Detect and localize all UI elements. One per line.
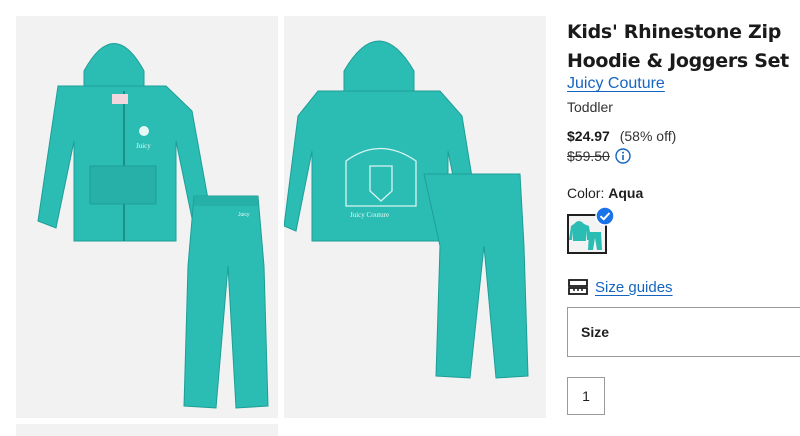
sale-price: $24.97 — [567, 128, 610, 144]
price-row: $24.97 (58% off) — [567, 128, 676, 144]
quantity-input[interactable]: 1 — [567, 377, 605, 415]
original-price-row: $59.50 — [567, 148, 631, 164]
svg-text:Juicy: Juicy — [136, 142, 151, 150]
size-select-label: Size — [581, 324, 610, 340]
color-value: Aqua — [608, 185, 644, 201]
brand-link[interactable]: Juicy Couture — [567, 75, 665, 93]
product-image-front[interactable]: Juicy Juicy — [16, 16, 278, 418]
color-row: Color: Aqua — [567, 185, 643, 201]
original-price: $59.50 — [567, 148, 610, 164]
size-guides-link[interactable]: Size guides — [595, 279, 673, 296]
age-group: Toddler — [567, 99, 613, 115]
product-title: Kids' Rhinestone Zip Hoodie & Joggers Se… — [567, 21, 789, 72]
svg-text:Juicy Couture: Juicy Couture — [350, 211, 389, 219]
info-icon[interactable] — [615, 148, 631, 164]
discount-percent: (58% off) — [619, 128, 677, 144]
product-image-3[interactable] — [16, 424, 278, 436]
selected-check-icon — [595, 206, 615, 226]
svg-text:Juicy: Juicy — [238, 212, 250, 218]
product-image-back[interactable]: Juicy Couture — [284, 16, 546, 418]
color-label: Color: — [567, 185, 605, 201]
ruler-icon — [568, 279, 588, 295]
size-select[interactable]: Size — [567, 307, 800, 357]
size-guides-row[interactable]: Size guides — [567, 277, 673, 297]
